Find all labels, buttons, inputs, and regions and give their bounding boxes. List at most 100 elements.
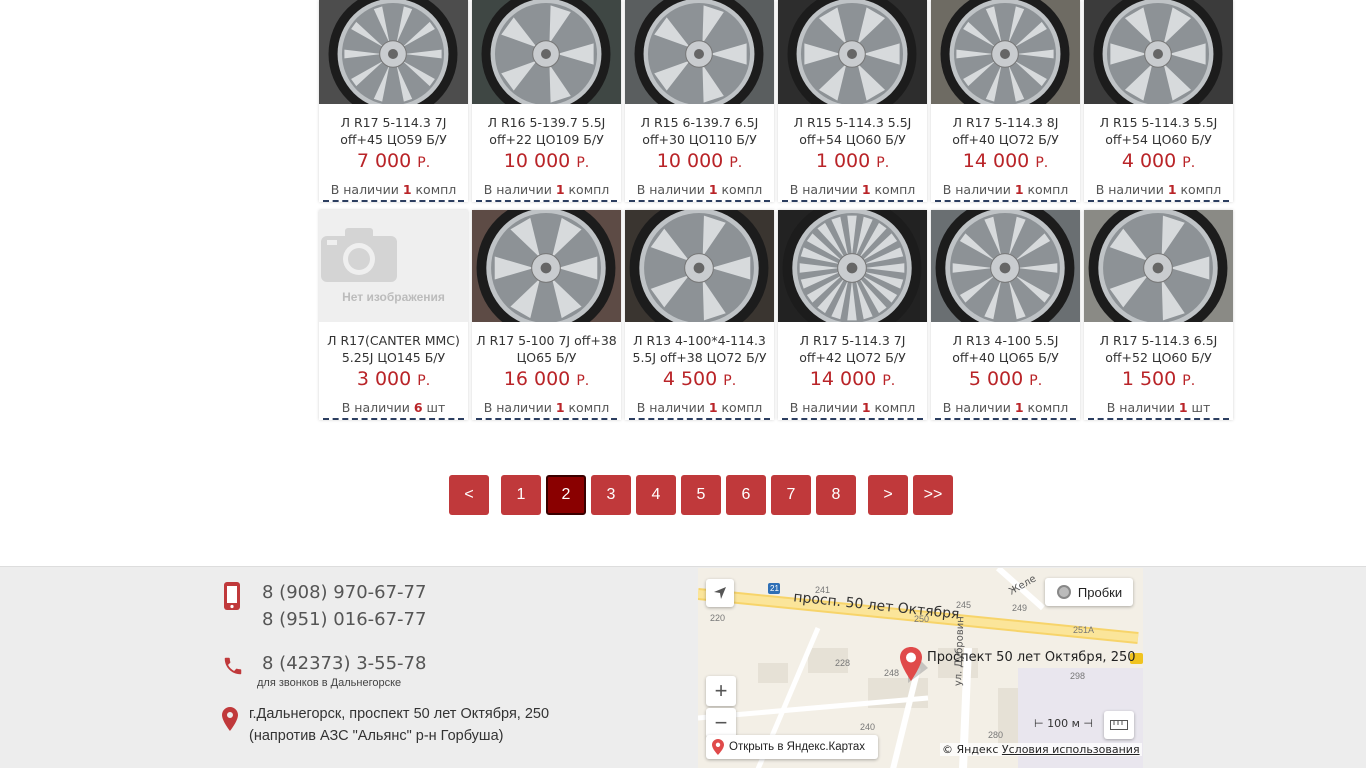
product-title[interactable]: Л R17 5-114.3 6.5J off+52 ЦО60 Б/У — [1084, 332, 1233, 366]
traffic-button[interactable]: Пробки — [1045, 578, 1133, 606]
stock-qty: 1 — [555, 400, 565, 415]
product-title[interactable]: Л R16 5-139.7 5.5J off+22 ЦО109 Б/У — [472, 114, 621, 148]
mobile-phone-2[interactable]: 8 (951) 016-67-77 — [262, 606, 426, 633]
traffic-label: Пробки — [1077, 584, 1123, 600]
product-price: 14 000 Р. — [931, 150, 1080, 174]
product-title[interactable]: Л R15 6-139.7 6.5J off+30 ЦО110 Б/У — [625, 114, 774, 148]
page-button-7[interactable]: 7 — [771, 475, 811, 515]
pagination: <1 2 3 4 5 6 7 8 > >> — [449, 475, 958, 515]
stock-qty: 1 — [708, 182, 718, 197]
price-value: 14 000 — [809, 368, 877, 390]
zoom-out-button[interactable]: − — [706, 708, 736, 738]
ruler-icon — [1110, 720, 1128, 730]
product-title-line-2: 5.5J off+38 ЦО72 Б/У — [632, 350, 767, 365]
price-currency: Р. — [576, 155, 590, 171]
product-image[interactable] — [472, 210, 621, 322]
page: Л R17 5-114.3 7J off+45 ЦО59 Б/У 7 000 Р. В… — [0, 0, 1366, 768]
product-image[interactable] — [472, 0, 621, 104]
stock-status: В наличии 1 компл — [629, 398, 770, 420]
product-image[interactable] — [931, 210, 1080, 322]
stock-status: В наличии 6 шт — [323, 398, 464, 420]
product-image[interactable] — [778, 210, 927, 322]
phone-handset-icon — [224, 657, 242, 675]
product-image[interactable]: Нет изображения — [319, 210, 468, 322]
stock-unit: компл — [721, 182, 763, 197]
open-yandex-maps-button[interactable]: Открыть в Яндекс.Картах — [706, 735, 878, 759]
product-image[interactable] — [1084, 210, 1233, 322]
product-image[interactable] — [1084, 0, 1233, 104]
stock-qty: 1 — [555, 182, 565, 197]
product-card[interactable]: Л R17 5-100 7J off+38 ЦО65 Б/У 16 000 Р. В … — [472, 210, 621, 420]
zoom-in-button[interactable]: + — [706, 676, 736, 706]
product-card[interactable]: Л R17 5-114.3 7J off+42 ЦО72 Б/У 14 000 Р.… — [778, 210, 927, 420]
product-title[interactable]: Л R17 5-100 7J off+38 ЦО65 Б/У — [472, 332, 621, 366]
product-card[interactable]: Л R17 5-114.3 7J off+45 ЦО59 Б/У 7 000 Р. В… — [319, 0, 468, 202]
map-copyright: © Яндекс Условия использования — [940, 743, 1142, 756]
product-image[interactable] — [625, 0, 774, 104]
stock-qty: 1 — [1014, 400, 1024, 415]
product-title[interactable]: Л R17 5-114.3 8J off+40 ЦО72 Б/У — [931, 114, 1080, 148]
next-page-button[interactable]: > — [868, 475, 908, 515]
product-title[interactable]: Л R17(CANTER MMC) 5.25J ЦО145 Б/У — [319, 332, 468, 366]
stock-prefix: В наличии — [1095, 182, 1164, 197]
product-card[interactable]: Л R13 4-100*4-114.3 5.5J off+38 ЦО72 Б/У 4… — [625, 210, 774, 420]
product-card[interactable]: Л R15 6-139.7 6.5J off+30 ЦО110 Б/У 10 000… — [625, 0, 774, 202]
pin-icon — [712, 739, 724, 755]
last-page-button[interactable]: >> — [913, 475, 953, 515]
product-image[interactable] — [319, 0, 468, 104]
product-image[interactable] — [778, 0, 927, 104]
geolocation-button[interactable] — [706, 579, 734, 607]
ruler-button[interactable] — [1104, 711, 1134, 739]
product-title[interactable]: Л R17 5-114.3 7J off+45 ЦО59 Б/У — [319, 114, 468, 148]
page-button-4[interactable]: 4 — [636, 475, 676, 515]
product-title[interactable]: Л R17 5-114.3 7J off+42 ЦО72 Б/У — [778, 332, 927, 366]
page-button-3[interactable]: 3 — [591, 475, 631, 515]
product-title-line-1: Л R17 5-114.3 6.5J — [1099, 333, 1218, 348]
page-button-6[interactable]: 6 — [726, 475, 766, 515]
product-image[interactable] — [625, 210, 774, 322]
price-currency: Р. — [1035, 155, 1049, 171]
product-title[interactable]: Л R13 4-100*4-114.3 5.5J off+38 ЦО72 Б/У — [625, 332, 774, 366]
terms-link[interactable]: Условия использования — [1002, 743, 1140, 756]
product-title-line-1: Л R13 4-100*4-114.3 — [633, 333, 766, 348]
price-currency: Р. — [1182, 155, 1196, 171]
address: г.Дальнегорск, проспект 50 лет Октября, … — [249, 703, 549, 747]
product-title[interactable]: Л R15 5-114.3 5.5J off+54 ЦО60 Б/У — [778, 114, 927, 148]
product-image[interactable] — [931, 0, 1080, 104]
price-value: 14 000 — [962, 150, 1030, 172]
price-value: 10 000 — [503, 150, 571, 172]
product-title-line-1: Л R17 5-114.3 7J — [340, 115, 447, 130]
mobile-phone-1[interactable]: 8 (908) 970-67-77 — [262, 579, 426, 606]
yandex-map[interactable]: 21 241 245 249 220 250 251А 228 248 298 … — [698, 568, 1143, 768]
price-value: 7 000 — [356, 150, 412, 172]
product-title-line-2: ЦО65 Б/У — [516, 350, 577, 365]
prev-page-button[interactable]: < — [449, 475, 489, 515]
product-card[interactable]: Нет изображения Л R17(CANTER MMC) 5.25J ЦО… — [319, 210, 468, 420]
stock-qty: 1 — [1014, 182, 1024, 197]
price-value: 4 500 — [662, 368, 718, 390]
page-button-1[interactable]: 1 — [501, 475, 541, 515]
product-card[interactable]: Л R17 5-114.3 6.5J off+52 ЦО60 Б/У 1 500 Р… — [1084, 210, 1233, 420]
product-card[interactable]: Л R15 5-114.3 5.5J off+54 ЦО60 Б/У 4 000 Р… — [1084, 0, 1233, 202]
product-card[interactable]: Л R17 5-114.3 8J off+40 ЦО72 Б/У 14 000 Р.… — [931, 0, 1080, 202]
product-title-line-2: off+30 ЦО110 Б/У — [642, 132, 757, 147]
product-price: 5 000 Р. — [931, 368, 1080, 392]
stock-qty: 1 — [861, 400, 871, 415]
product-card[interactable]: Л R16 5-139.7 5.5J off+22 ЦО109 Б/У 10 000… — [472, 0, 621, 202]
stock-prefix: В наличии — [1106, 400, 1175, 415]
product-card[interactable]: Л R15 5-114.3 5.5J off+54 ЦО60 Б/У 1 000 Р… — [778, 0, 927, 202]
page-button-5[interactable]: 5 — [681, 475, 721, 515]
product-card[interactable]: Л R13 4-100 5.5J off+40 ЦО65 Б/У 5 000 Р. В… — [931, 210, 1080, 420]
landline-phone[interactable]: 8 (42373) 3-55-78 — [262, 650, 426, 677]
stock-qty: 1 — [1167, 182, 1177, 197]
page-button-2[interactable]: 2 — [546, 475, 586, 515]
stock-unit: компл — [1027, 182, 1069, 197]
product-title-line-1: Л R16 5-139.7 5.5J — [487, 115, 606, 130]
product-title-line-1: Л R13 4-100 5.5J — [952, 333, 1059, 348]
product-title-line-1: Л R17(CANTER MMC) — [327, 333, 460, 348]
product-title[interactable]: Л R13 4-100 5.5J off+40 ЦО65 Б/У — [931, 332, 1080, 366]
stock-prefix: В наличии — [789, 400, 858, 415]
copyright-text: © Яндекс — [942, 743, 999, 756]
product-title[interactable]: Л R15 5-114.3 5.5J off+54 ЦО60 Б/У — [1084, 114, 1233, 148]
page-button-8[interactable]: 8 — [816, 475, 856, 515]
